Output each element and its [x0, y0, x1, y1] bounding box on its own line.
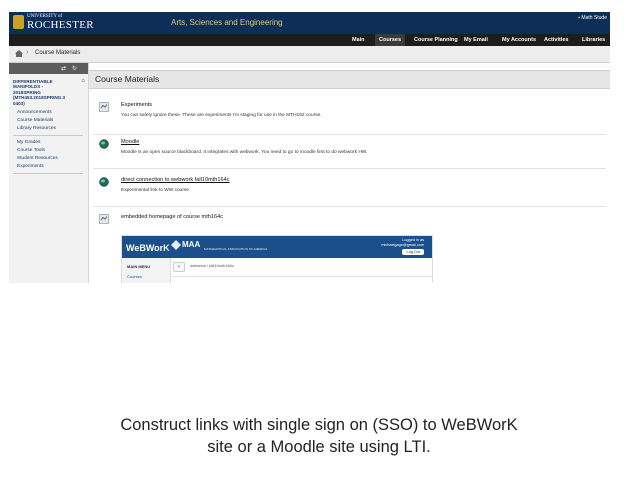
caption-line-1: Construct links with single sign on (SSO…: [120, 416, 518, 434]
department-title: Arts, Sciences and Engineering: [171, 18, 283, 27]
sidebar-item-experiments[interactable]: Experiments: [17, 164, 44, 169]
sidebar-divider: [13, 173, 83, 174]
logged-in-email: michaelgage@gmail.com: [381, 243, 424, 247]
embedded-webwork-frame: WeBWorK MAA MATHEMATICAL ASSOCIATION OF …: [121, 235, 433, 283]
webwork-header: WeBWorK MAA MATHEMATICAL ASSOCIATION OF …: [122, 236, 432, 258]
breadcrumb-separator-icon: ›: [26, 49, 29, 56]
maa-subtitle: MATHEMATICAL ASSOCIATION OF AMERICA: [204, 247, 268, 251]
logout-button[interactable]: Log Out: [402, 249, 424, 255]
sidebar-item-my-grades[interactable]: My Grades: [17, 140, 40, 145]
globe-icon: [99, 139, 109, 149]
webwork-logo[interactable]: WeBWorK: [126, 243, 170, 253]
user-name: Math Stude: [581, 15, 607, 21]
content-area: Course Materials Experiments You can saf…: [89, 63, 610, 283]
item-description: Moodle is an open source blackboard. It …: [121, 150, 368, 155]
main-menu-heading: MAIN MENU: [127, 264, 151, 269]
item-divider: [93, 206, 606, 207]
sidebar-item-course-materials[interactable]: Course Materials: [17, 118, 53, 123]
maa-logo-text: MAA: [182, 240, 201, 249]
course-sidebar: ⇄ ↻ ⌂ DIFFERENTIABLE MANIFOLDS - 2018SPR…: [9, 63, 89, 283]
item-divider: [93, 134, 606, 135]
page-header: Course Materials: [89, 70, 610, 89]
tab-main[interactable]: Main: [352, 37, 365, 43]
slide-caption: Construct links with single sign on (SSO…: [0, 414, 638, 458]
breadcrumb: › Course Materials: [9, 46, 610, 63]
tab-course-planning[interactable]: Course Planning: [414, 37, 458, 43]
item-description: Experimental link to WW course: [121, 188, 189, 193]
item-title[interactable]: Experiments: [121, 102, 152, 108]
item-description: You can safely ignore these. These are e…: [121, 113, 322, 118]
item-title[interactable]: embedded homepage of course mth164c: [121, 214, 223, 220]
breadcrumb-current: Course Materials: [35, 50, 81, 56]
tab-libraries[interactable]: Libraries: [582, 37, 605, 43]
sidebar-divider: [13, 135, 83, 136]
top-header: UNIVERSITY of ROCHESTER Arts, Sciences a…: [9, 12, 610, 34]
globe-icon: [99, 177, 109, 187]
user-menu[interactable]: ▪ Math Stude: [578, 15, 607, 21]
page-title: Course Materials: [95, 74, 160, 84]
home-icon[interactable]: [15, 50, 23, 57]
sidebar-toolbar: ⇄ ↻: [9, 63, 88, 74]
sidebar-item-announcements[interactable]: Announcements: [17, 110, 52, 115]
webwork-breadcrumb[interactable]: webwork / fall10mth164c: [190, 263, 234, 268]
folder-icon: [99, 214, 109, 224]
course-title[interactable]: ⌂ DIFFERENTIABLE MANIFOLDS - 2018SPRING …: [13, 78, 85, 106]
courses-link[interactable]: Courses: [127, 274, 142, 279]
refresh-icon[interactable]: ↻: [72, 65, 77, 72]
tab-courses[interactable]: Courses: [379, 37, 401, 43]
sidebar-item-course-tools[interactable]: Course Tools: [17, 148, 45, 153]
university-seal-icon: [13, 15, 24, 29]
main-nav: Main Courses Course Planning My Email My…: [9, 34, 610, 46]
back-button[interactable]: ‹: [173, 262, 185, 272]
item-link-moodle[interactable]: Moodle: [121, 139, 139, 145]
login-status: Logged in as michaelgage@gmail.com: [381, 238, 424, 248]
webwork-main-menu: MAIN MENU Courses: [122, 258, 171, 283]
lms-screenshot: UNIVERSITY of ROCHESTER Arts, Sciences a…: [9, 12, 610, 283]
course-title-line: 0403): [13, 100, 25, 106]
tab-my-email[interactable]: My Email: [464, 37, 488, 43]
item-divider: [93, 168, 606, 169]
university-name: ROCHESTER: [27, 19, 94, 31]
breadcrumb-divider: [170, 276, 432, 277]
course-home-icon[interactable]: ⌂: [81, 78, 85, 84]
folder-icon: [99, 102, 109, 112]
sidebar-item-library-resources[interactable]: Library Resources: [17, 126, 56, 131]
caption-line-2: site or a Moodle site using LTI.: [207, 438, 431, 456]
tab-activities[interactable]: Activities: [544, 37, 568, 43]
maa-logo-icon: [171, 240, 181, 250]
tab-my-accounts[interactable]: My Accounts: [502, 37, 536, 43]
item-link-webwork[interactable]: direct connection to webwork fall10mth16…: [121, 177, 230, 183]
pin-icon[interactable]: ⇄: [61, 65, 66, 72]
sidebar-item-student-resources[interactable]: Student Resources: [17, 156, 58, 161]
